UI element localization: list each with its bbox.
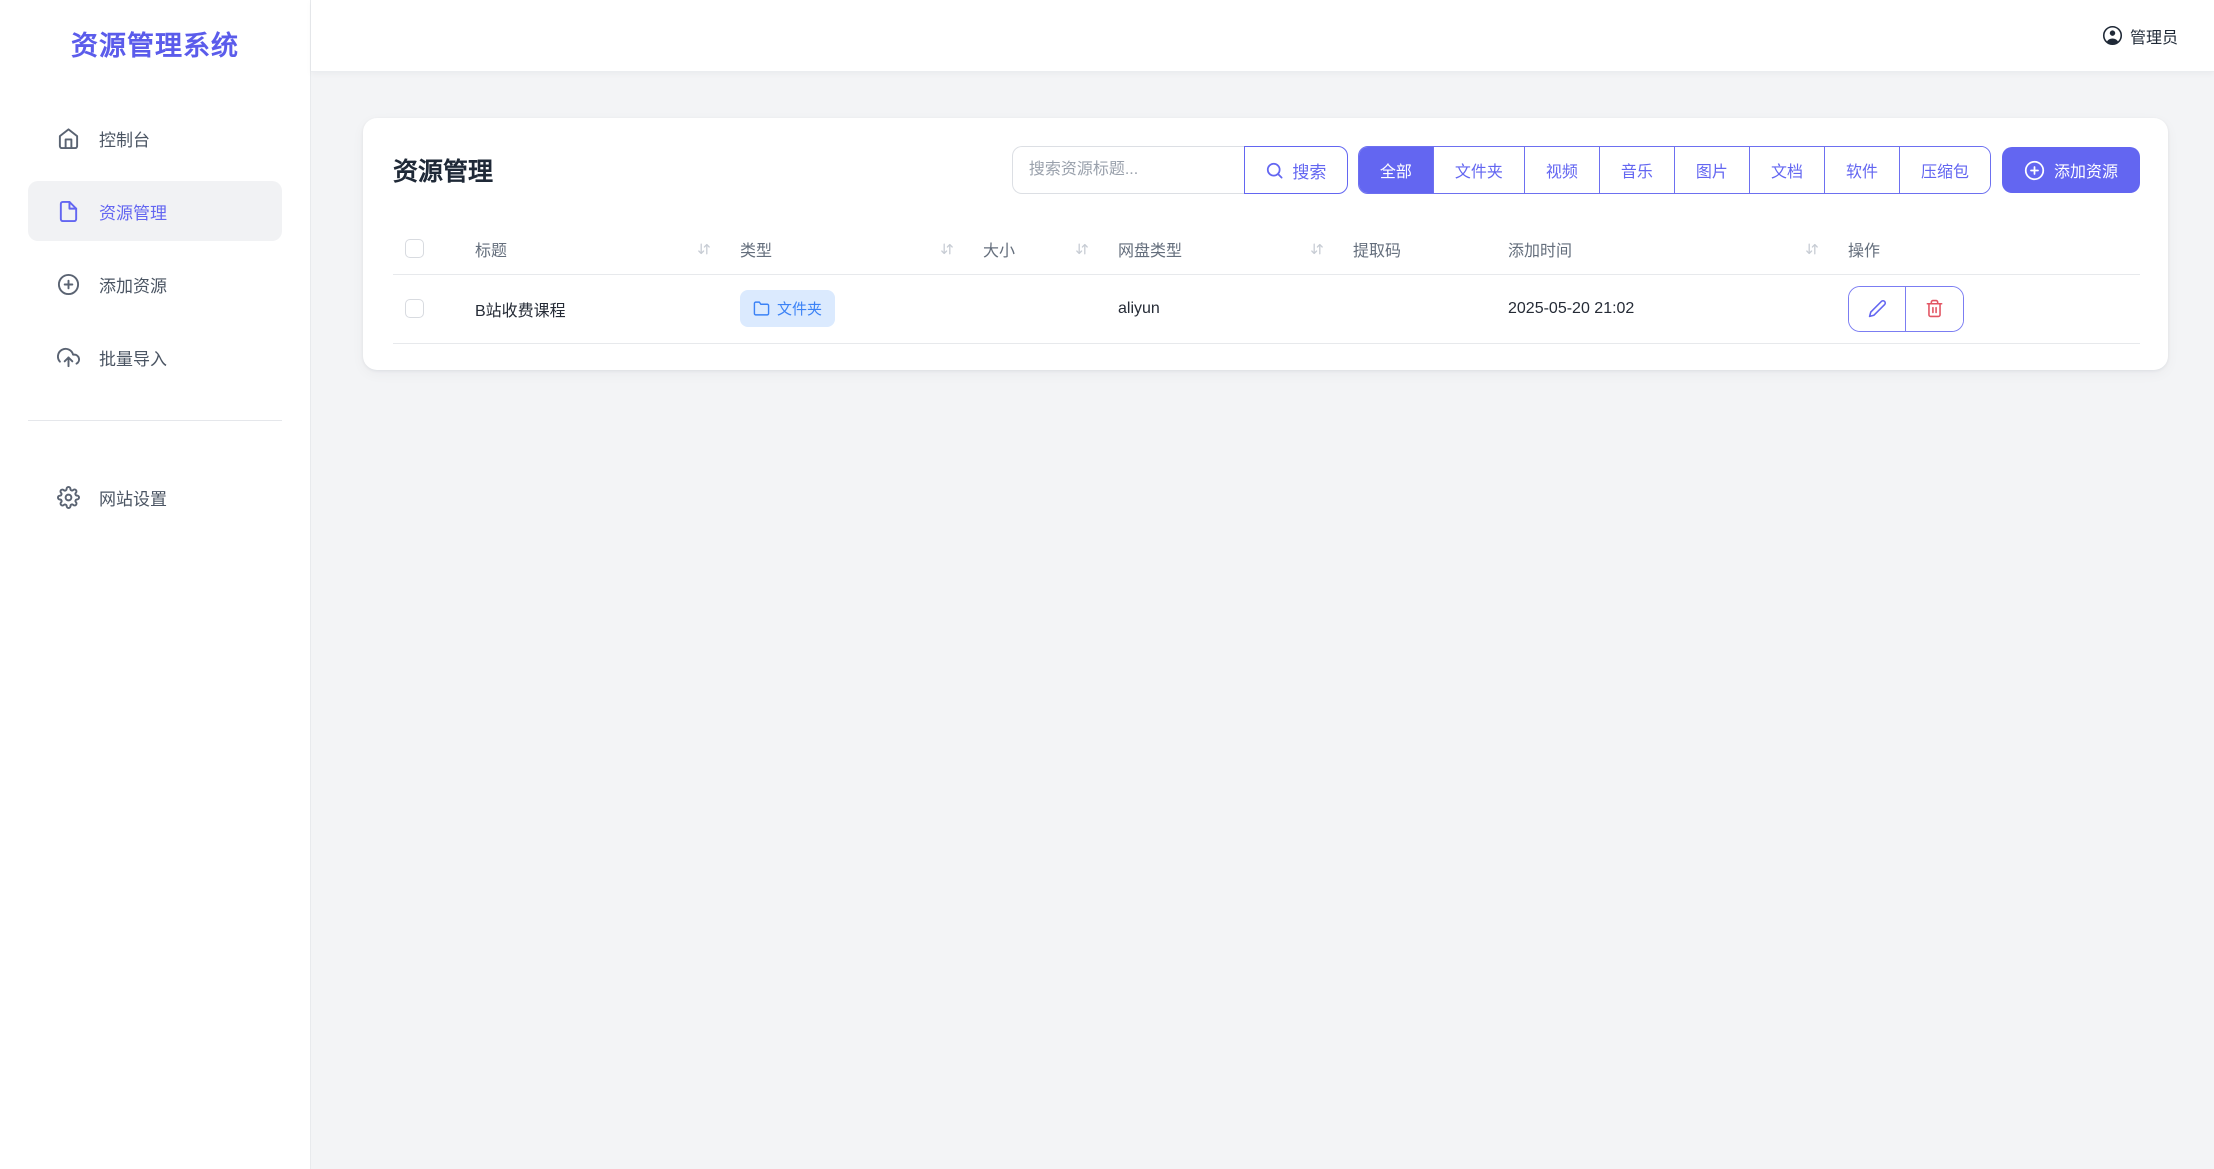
sidebar-item-label: 网站设置	[99, 485, 167, 510]
user-menu[interactable]: 管理员	[2102, 24, 2178, 48]
sidebar-item-label: 控制台	[99, 126, 150, 151]
col-header-actions: 操作	[1848, 237, 1880, 261]
cell-title: B站收费课程	[463, 274, 728, 343]
user-label: 管理员	[2130, 24, 2178, 48]
sort-icon[interactable]	[696, 241, 712, 257]
search-input[interactable]	[1012, 146, 1244, 194]
type-badge-label: 文件夹	[777, 298, 822, 319]
filter-tab-software[interactable]: 软件	[1825, 147, 1900, 193]
home-icon	[57, 127, 80, 150]
col-header-disk-type: 网盘类型	[1118, 237, 1182, 261]
sidebar-item-label: 批量导入	[99, 345, 167, 370]
filter-tab-folder[interactable]: 文件夹	[1434, 147, 1525, 193]
sidebar-item-resources[interactable]: 资源管理	[28, 181, 282, 241]
col-header-title: 标题	[475, 237, 507, 261]
gear-icon	[57, 486, 80, 509]
app-title: 资源管理系统	[71, 24, 239, 63]
table-row: B站收费课程 文件夹 aliyun 2025-05	[393, 274, 2140, 343]
resource-card: 资源管理 搜索 全部 文件夹 视频 音乐 图片 文	[363, 118, 2168, 370]
plus-circle-icon	[57, 273, 80, 296]
filter-tab-video[interactable]: 视频	[1525, 147, 1600, 193]
sidebar-footer-nav: 网站设置	[0, 445, 310, 540]
sidebar-divider	[28, 420, 282, 421]
search-button-label: 搜索	[1292, 158, 1326, 183]
user-icon	[2102, 25, 2123, 46]
filter-tab-all[interactable]: 全部	[1359, 147, 1434, 193]
document-icon	[57, 200, 80, 223]
trash-icon	[1925, 299, 1944, 318]
cell-disk-type: aliyun	[1106, 274, 1341, 343]
add-resource-label: 添加资源	[2054, 158, 2118, 182]
col-header-code: 提取码	[1353, 237, 1401, 261]
plus-circle-icon	[2024, 160, 2045, 181]
cell-code	[1341, 274, 1496, 343]
filter-tab-image[interactable]: 图片	[1675, 147, 1750, 193]
sidebar-item-add-resource[interactable]: 添加资源	[28, 254, 282, 314]
sidebar-item-label: 资源管理	[99, 199, 167, 224]
select-all-checkbox[interactable]	[405, 239, 424, 258]
content-column: 管理员 资源管理 搜索 全部 文件夹 视频	[311, 0, 2214, 1169]
filter-tab-document[interactable]: 文档	[1750, 147, 1825, 193]
col-header-size: 大小	[983, 237, 1015, 261]
col-header-added-time: 添加时间	[1508, 237, 1572, 261]
app-logo: 资源管理系统	[0, 0, 310, 86]
cell-size	[971, 274, 1106, 343]
type-filter-group: 全部 文件夹 视频 音乐 图片 文档 软件 压缩包	[1358, 146, 1991, 194]
sort-icon[interactable]	[1074, 241, 1090, 257]
search-icon	[1265, 161, 1284, 180]
row-action-group	[1848, 286, 1964, 332]
sidebar-item-batch-import[interactable]: 批量导入	[28, 327, 282, 387]
sidebar-item-label: 添加资源	[99, 272, 167, 297]
sidebar-item-site-settings[interactable]: 网站设置	[28, 467, 282, 527]
resource-table: 标题 类型 大小 网盘类型	[393, 224, 2140, 344]
sort-icon[interactable]	[1309, 241, 1325, 257]
search-group: 搜索	[1012, 146, 1348, 194]
card-header: 资源管理 搜索 全部 文件夹 视频 音乐 图片 文	[393, 146, 2140, 194]
edit-button[interactable]	[1849, 287, 1906, 331]
cloud-upload-icon	[57, 346, 80, 369]
filter-tab-archive[interactable]: 压缩包	[1900, 147, 1990, 193]
table-header-row: 标题 类型 大小 网盘类型	[393, 224, 2140, 274]
page-title: 资源管理	[393, 152, 493, 188]
topbar: 管理员	[311, 0, 2214, 72]
sort-icon[interactable]	[939, 241, 955, 257]
folder-icon	[753, 300, 770, 317]
type-badge: 文件夹	[740, 290, 835, 327]
row-checkbox[interactable]	[405, 299, 424, 318]
main-area: 资源管理 搜索 全部 文件夹 视频 音乐 图片 文	[311, 72, 2214, 1169]
sidebar: 资源管理系统 控制台 资源管理 添加资源 批量导入	[0, 0, 311, 1169]
sort-icon[interactable]	[1804, 241, 1820, 257]
col-header-type: 类型	[740, 237, 772, 261]
delete-button[interactable]	[1906, 287, 1963, 331]
sidebar-nav: 控制台 资源管理 添加资源 批量导入	[0, 86, 310, 400]
search-button[interactable]: 搜索	[1244, 146, 1348, 194]
filter-tab-music[interactable]: 音乐	[1600, 147, 1675, 193]
add-resource-button[interactable]: 添加资源	[2002, 147, 2140, 193]
cell-added-time: 2025-05-20 21:02	[1496, 274, 1836, 343]
sidebar-item-dashboard[interactable]: 控制台	[28, 108, 282, 168]
pencil-icon	[1868, 299, 1887, 318]
